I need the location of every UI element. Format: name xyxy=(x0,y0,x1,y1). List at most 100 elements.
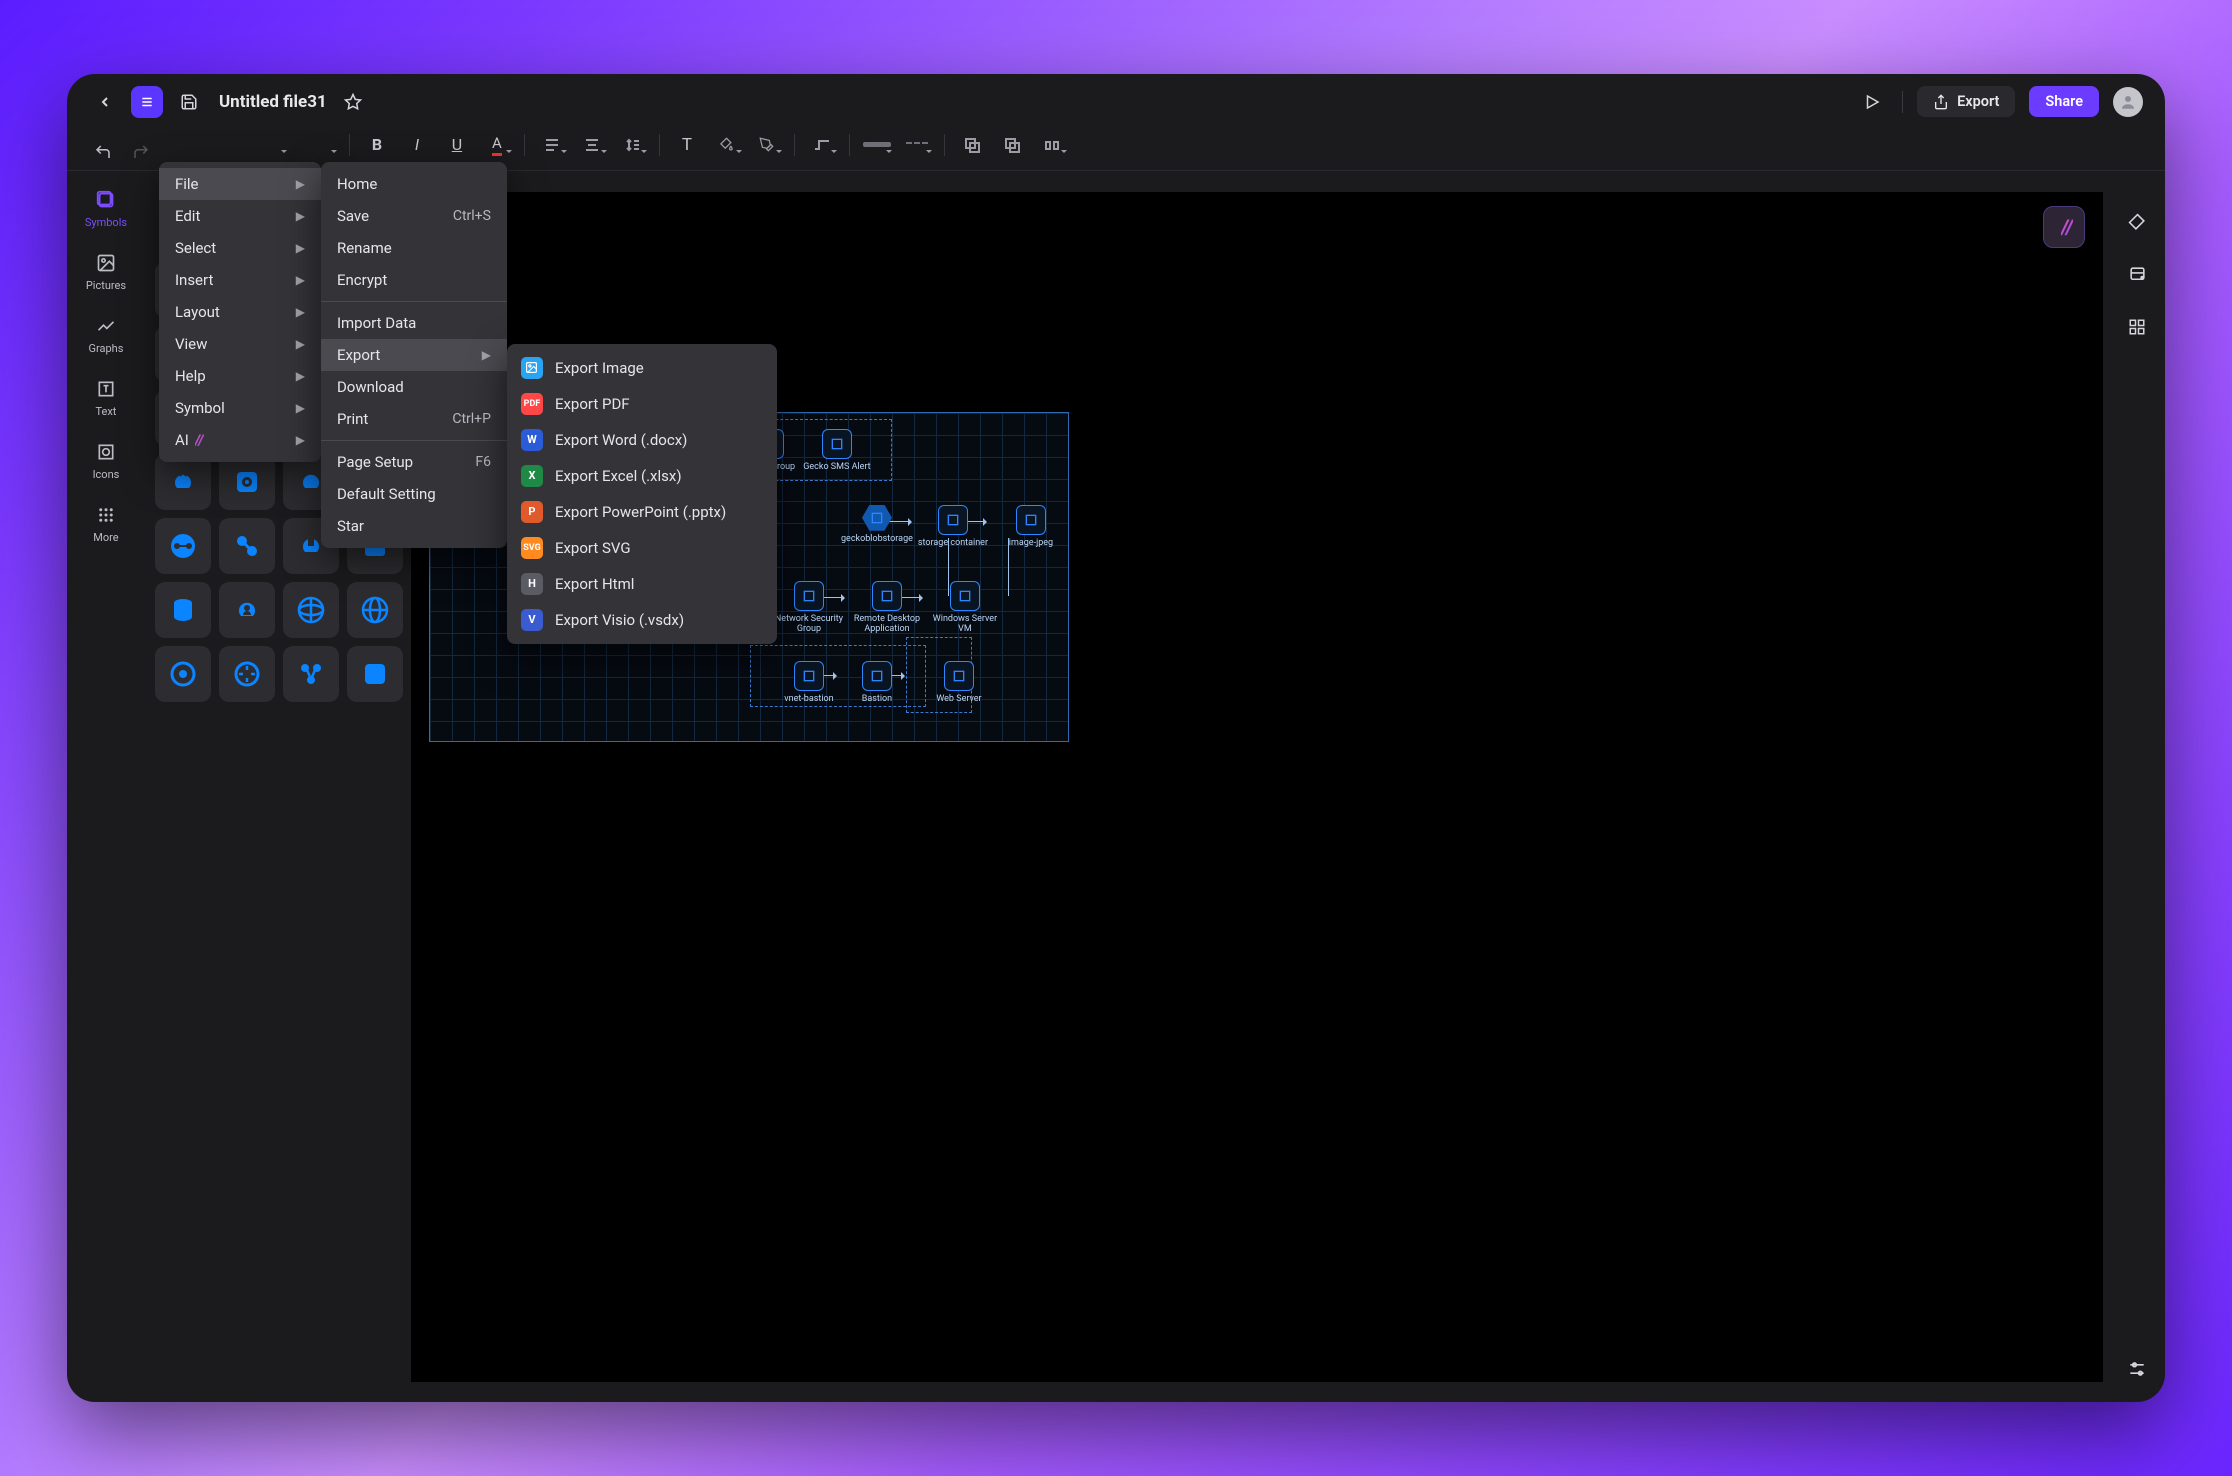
symbol-item[interactable] xyxy=(219,646,275,702)
file-menu-item-download[interactable]: Download xyxy=(321,371,507,403)
rail-text[interactable]: Text xyxy=(76,373,136,422)
rail-symbols[interactable]: Symbols xyxy=(76,184,136,233)
send-back-button[interactable] xyxy=(955,130,989,160)
export-menu-item-export-image[interactable]: Export Image xyxy=(507,350,777,386)
main-menu-item-help[interactable]: Help▶ xyxy=(159,360,321,392)
diagram-node-blob[interactable]: geckoblobstorage xyxy=(838,505,916,544)
main-menu-item-layout[interactable]: Layout▶ xyxy=(159,296,321,328)
node-icon xyxy=(862,505,892,531)
diagram-node-image[interactable]: image-jpeg xyxy=(992,505,1070,548)
file-menu-item-print[interactable]: PrintCtrl+P xyxy=(321,403,507,435)
file-menu-item-default-setting[interactable]: Default Setting xyxy=(321,478,507,510)
diagram-node-storage[interactable]: storage container xyxy=(914,505,992,548)
main-menu-item-file[interactable]: File▶ xyxy=(159,168,321,200)
redo-button[interactable] xyxy=(125,136,157,168)
text-tool-button[interactable]: T xyxy=(670,130,704,160)
connector-style-button[interactable] xyxy=(805,130,839,160)
symbol-item[interactable] xyxy=(155,646,211,702)
italic-button[interactable]: I xyxy=(400,130,434,160)
font-family-select[interactable] xyxy=(229,130,289,160)
main-menu-item-insert[interactable]: Insert▶ xyxy=(159,264,321,296)
main-menu-item-symbol[interactable]: Symbol▶ xyxy=(159,392,321,424)
diagram-node-bastion[interactable]: Bastion xyxy=(838,661,916,704)
export-button[interactable]: Export xyxy=(1917,86,2015,117)
node-label: Web Server xyxy=(936,694,981,704)
rail-icons[interactable]: Icons xyxy=(76,436,136,485)
file-menu-item-import-data[interactable]: Import Data xyxy=(321,307,507,339)
distribute-button[interactable] xyxy=(1035,130,1069,160)
symbol-item[interactable] xyxy=(347,582,403,638)
menu-item-label: Export xyxy=(337,346,380,364)
export-menu-item-export-pdf[interactable]: PDFExport PDF xyxy=(507,386,777,422)
rail-label: Text xyxy=(95,405,116,418)
settings-sliders-icon[interactable] xyxy=(2122,1354,2152,1384)
text-align-vertical[interactable] xyxy=(535,130,569,160)
file-menu-item-home[interactable]: Home xyxy=(321,168,507,200)
main-menu-item-view[interactable]: View▶ xyxy=(159,328,321,360)
font-size-select[interactable] xyxy=(295,130,339,160)
main-menu-item-ai[interactable]: AI//▶ xyxy=(159,424,321,456)
export-menu-item-export-excel-xlsx-[interactable]: XExport Excel (.xlsx) xyxy=(507,458,777,494)
underline-button[interactable]: U xyxy=(440,130,474,160)
menu-shortcut: F6 xyxy=(475,454,491,470)
file-type-icon: X xyxy=(521,465,543,487)
file-menu-item-star[interactable]: Star xyxy=(321,510,507,542)
menu-item-label: Help xyxy=(175,367,206,385)
layers-icon[interactable] xyxy=(2122,260,2152,290)
menu-item-label: Print xyxy=(337,410,368,428)
export-menu-item-export-html[interactable]: HExport Html xyxy=(507,566,777,602)
symbol-item[interactable] xyxy=(283,582,339,638)
ai-badge[interactable]: // xyxy=(2043,206,2085,248)
star-icon[interactable] xyxy=(337,86,369,118)
symbol-item[interactable] xyxy=(283,646,339,702)
diagram-node-nsg[interactable]: Network Security Group xyxy=(770,581,848,635)
diagram-node-rdp[interactable]: Remote Desktop Application xyxy=(848,581,926,635)
file-menu-item-save[interactable]: SaveCtrl+S xyxy=(321,200,507,232)
diagram-node-vnet-bastion[interactable]: vnet-bastion xyxy=(770,661,848,704)
file-menu-item-page-setup[interactable]: Page SetupF6 xyxy=(321,446,507,478)
font-color-button[interactable]: A xyxy=(480,130,514,160)
file-title[interactable]: Untitled file31 xyxy=(219,92,327,112)
file-menu-item-rename[interactable]: Rename xyxy=(321,232,507,264)
main-menu-button[interactable] xyxy=(131,86,163,118)
file-menu-item-encrypt[interactable]: Encrypt xyxy=(321,264,507,296)
text-align-horizontal[interactable] xyxy=(575,130,609,160)
file-type-icon: W xyxy=(521,429,543,451)
rail-more[interactable]: More xyxy=(76,499,136,548)
symbol-item[interactable] xyxy=(219,454,275,510)
rail-pictures[interactable]: Pictures xyxy=(76,247,136,296)
main-menu-item-select[interactable]: Select▶ xyxy=(159,232,321,264)
symbol-item[interactable] xyxy=(155,454,211,510)
file-menu-item-export[interactable]: Export▶ xyxy=(321,339,507,371)
export-menu-item-export-visio-vsdx-[interactable]: VExport Visio (.vsdx) xyxy=(507,602,777,638)
export-menu-item-export-word-docx-[interactable]: WExport Word (.docx) xyxy=(507,422,777,458)
symbol-item[interactable] xyxy=(219,518,275,574)
diagram-node-gecko-sms[interactable]: Gecko SMS Alert xyxy=(798,429,876,472)
back-button[interactable] xyxy=(89,86,121,118)
diagram-node-webserver[interactable]: Web Server xyxy=(920,661,998,704)
symbol-item[interactable] xyxy=(219,582,275,638)
share-button[interactable]: Share xyxy=(2029,86,2099,117)
highlight-button[interactable] xyxy=(750,130,784,160)
line-spacing-button[interactable] xyxy=(615,130,649,160)
main-menu-item-edit[interactable]: Edit▶ xyxy=(159,200,321,232)
diagram-node-winvm[interactable]: Windows Server VM xyxy=(926,581,1004,635)
export-menu-item-export-powerpoint-pptx-[interactable]: PExport PowerPoint (.pptx) xyxy=(507,494,777,530)
undo-button[interactable] xyxy=(87,136,119,168)
export-menu-item-export-svg[interactable]: SVGExport SVG xyxy=(507,530,777,566)
user-avatar[interactable] xyxy=(2113,87,2143,117)
symbol-item[interactable] xyxy=(347,646,403,702)
rail-graphs[interactable]: Graphs xyxy=(76,310,136,359)
bring-front-button[interactable] xyxy=(995,130,1029,160)
symbol-item[interactable] xyxy=(155,582,211,638)
fill-color-button[interactable] xyxy=(710,130,744,160)
line-style-button[interactable] xyxy=(900,130,934,160)
fill-tool-icon[interactable] xyxy=(2122,208,2152,238)
node-icon xyxy=(1016,505,1046,535)
symbol-item[interactable] xyxy=(155,518,211,574)
line-weight-button[interactable] xyxy=(860,130,894,160)
bold-button[interactable]: B xyxy=(360,130,394,160)
save-icon[interactable] xyxy=(173,86,205,118)
apps-grid-icon[interactable] xyxy=(2122,312,2152,342)
run-button[interactable] xyxy=(1856,86,1888,118)
